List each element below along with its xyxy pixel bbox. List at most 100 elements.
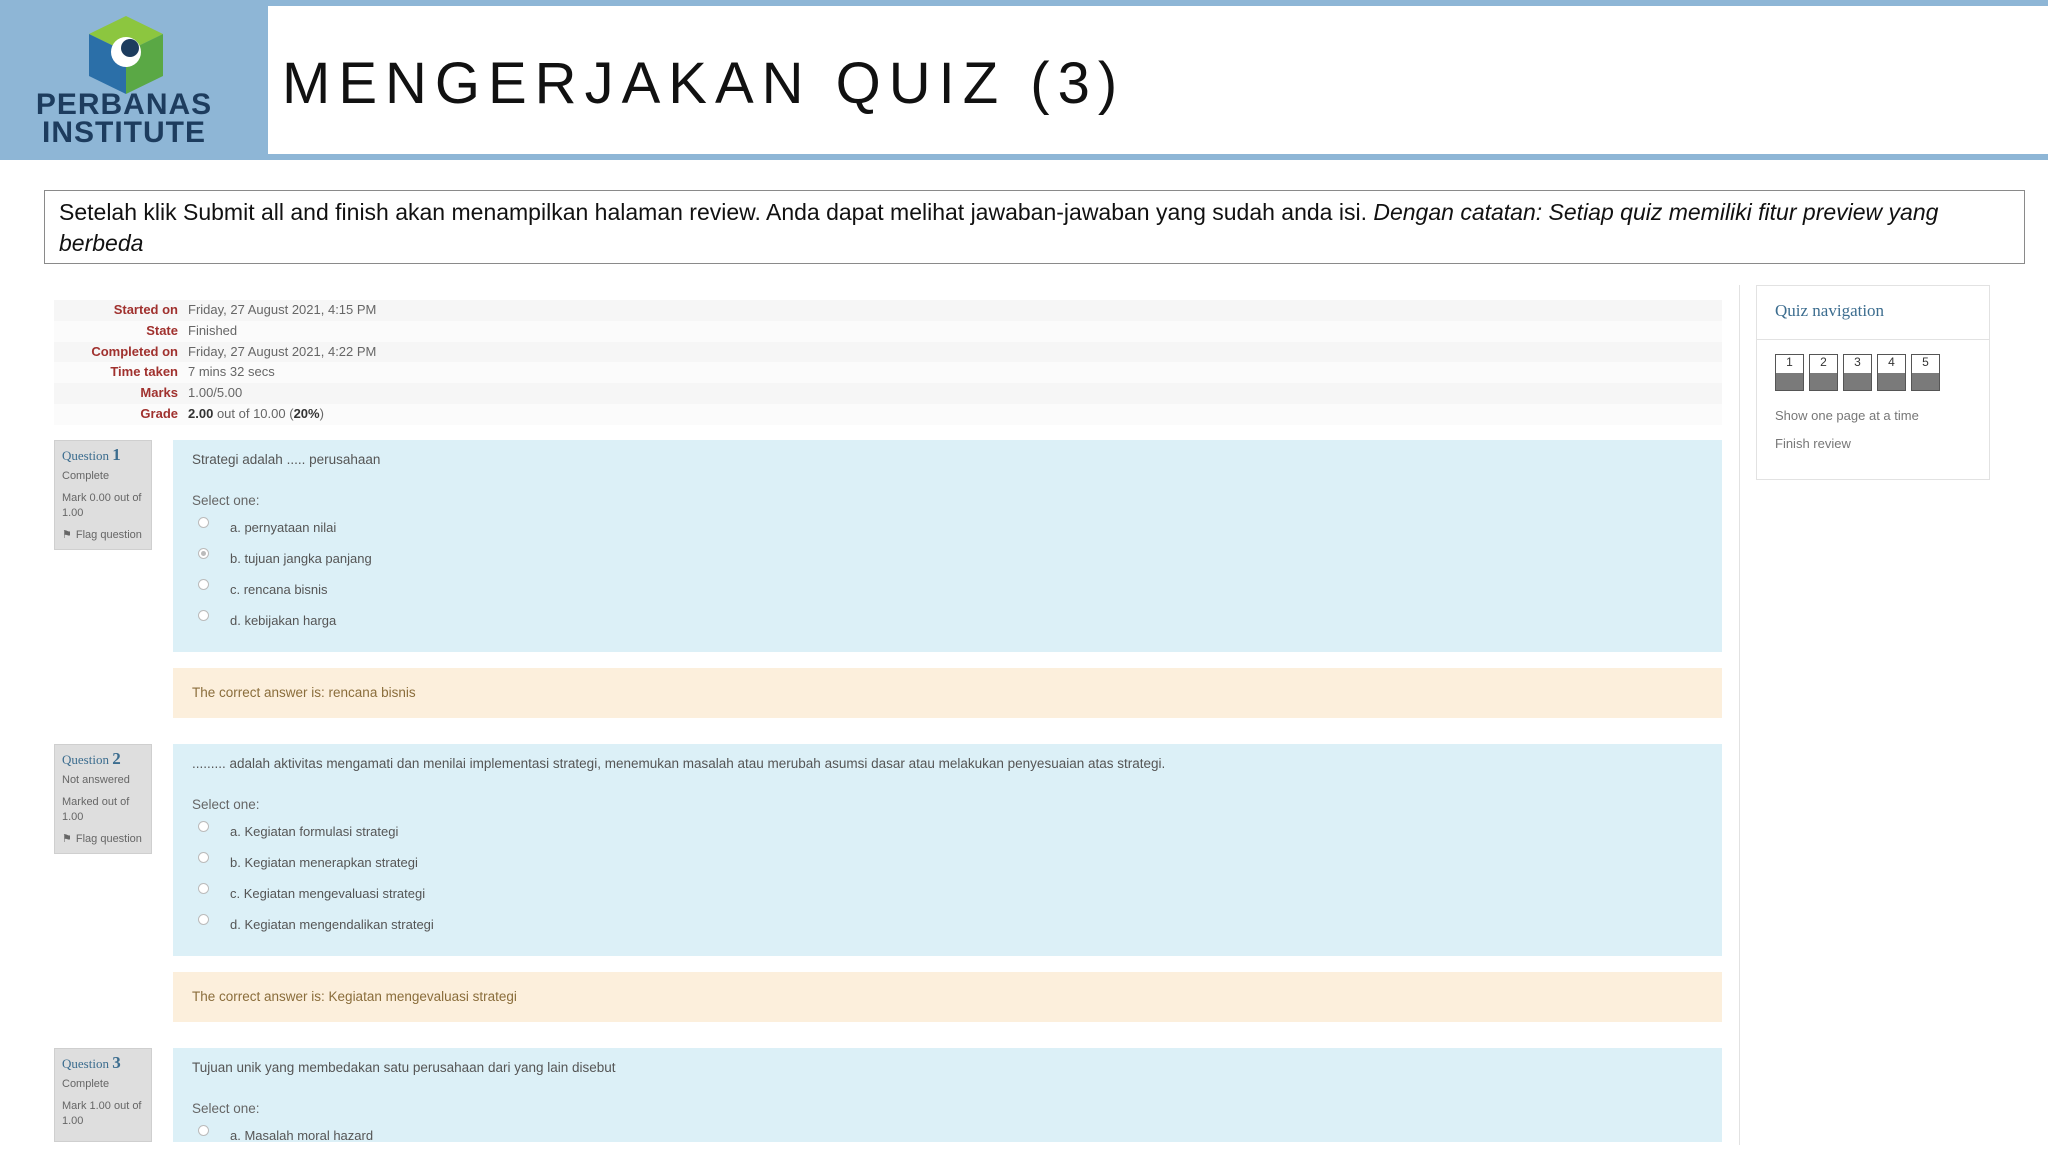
grade-end: ) <box>319 405 324 421</box>
summary-row-grade: Grade 2.00 out of 10.00 (20%) <box>54 403 1722 425</box>
nav-button-status-fill <box>1878 373 1905 390</box>
summary-value: 7 mins 32 secs <box>188 364 275 380</box>
radio-button[interactable] <box>198 883 209 894</box>
summary-label: Started on <box>113 302 178 317</box>
summary-value: 1.00/5.00 <box>188 385 243 401</box>
summary-row-started: Started on Friday, 27 August 2021, 4:15 … <box>54 300 1722 321</box>
summary-value-grade: 2.00 out of 10.00 (20%) <box>188 404 324 425</box>
flag-question-label: Flag question <box>75 529 142 541</box>
attempt-summary-table: Started on Friday, 27 August 2021, 4:15 … <box>54 300 1722 425</box>
option-label: c. Kegiatan mengevaluasi strategi <box>230 886 426 901</box>
option-label: c. rencana bisnis <box>230 582 328 597</box>
question-number-value: 2 <box>112 749 121 768</box>
logo-panel: PERBANAS INSTITUTE <box>0 0 268 160</box>
flag-question-link[interactable]: ⚑ Flag question <box>62 832 144 847</box>
select-one-label: Select one: <box>192 797 260 812</box>
grade-middle: out of 10.00 ( <box>216 405 294 421</box>
question-card-2: ......... adalah aktivitas mengamati dan… <box>173 744 1722 956</box>
option-label: d. Kegiatan mengendalikan strategi <box>230 917 434 932</box>
answer-option[interactable]: a. pernyataan nilai <box>192 512 1703 543</box>
option-label: b. Kegiatan menerapkan strategi <box>230 855 418 870</box>
header-bottom-rule <box>0 154 2048 160</box>
question-info-1: Question 1 Complete Mark 0.00 out of 1.0… <box>54 440 152 550</box>
question-text: Tujuan unik yang membedakan satu perusah… <box>192 1060 616 1075</box>
summary-label: Completed on <box>91 343 178 359</box>
nav-button-label: 4 <box>1888 355 1895 369</box>
nav-button-status-fill <box>1912 373 1939 390</box>
nav-button-question-3[interactable]: 3 <box>1843 354 1872 391</box>
flag-question-label: Flag question <box>75 833 142 845</box>
question-mark: Marked out of 1.00 <box>62 796 130 823</box>
question-status: Complete <box>62 470 110 482</box>
correct-answer-feedback-2: The correct answer is: Kegiatan mengeval… <box>173 972 1722 1022</box>
sidebar-divider <box>1739 285 1740 1145</box>
option-label: b. tujuan jangka panjang <box>230 551 372 566</box>
flag-question-link[interactable]: ⚑ Flag question <box>62 528 144 543</box>
answer-option[interactable]: b. tujuan jangka panjang <box>192 543 1703 574</box>
question-text: ......... adalah aktivitas mengamati dan… <box>192 756 1166 771</box>
summary-label: Grade <box>140 405 178 421</box>
finish-review-link[interactable]: Finish review <box>1757 436 1989 451</box>
answer-option[interactable]: d. kebijakan harga <box>192 605 1703 636</box>
quiz-navigation-title: Quiz navigation <box>1757 286 1989 340</box>
nav-button-question-5[interactable]: 5 <box>1911 354 1940 391</box>
grade-score: 2.00 <box>188 405 214 421</box>
question-number-value: 3 <box>112 1053 121 1072</box>
answer-option[interactable]: a. Kegiatan formulasi strategi <box>192 816 1703 847</box>
radio-button-selected[interactable] <box>198 548 209 559</box>
question-number-value: 1 <box>112 445 121 464</box>
radio-button[interactable] <box>198 852 209 863</box>
summary-label: State <box>146 322 178 338</box>
summary-row-marks: Marks 1.00/5.00 <box>54 383 1722 404</box>
cube-logo-icon <box>89 16 163 94</box>
logo-text-line2: INSTITUTE <box>42 116 206 149</box>
nav-button-question-4[interactable]: 4 <box>1877 354 1906 391</box>
summary-value: Friday, 27 August 2021, 4:15 PM <box>188 302 377 317</box>
answer-option[interactable]: a. Masalah moral hazard <box>192 1120 1703 1142</box>
radio-button[interactable] <box>198 821 209 832</box>
question-mark: Mark 1.00 out of 1.00 <box>62 1100 142 1127</box>
answer-option[interactable]: c. Kegiatan mengevaluasi strategi <box>192 878 1703 909</box>
question-label: Question <box>62 1056 109 1071</box>
slide-title: MENGERJAKAN QUIZ (3) <box>282 51 1126 116</box>
question-status: Complete <box>62 1078 110 1090</box>
question-status: Not answered <box>62 774 130 786</box>
nav-button-question-1[interactable]: 1 <box>1775 354 1804 391</box>
summary-row-time-taken: Time taken 7 mins 32 secs <box>54 362 1722 384</box>
answer-option[interactable]: c. rencana bisnis <box>192 574 1703 605</box>
nav-button-label: 3 <box>1854 355 1861 369</box>
flag-icon: ⚑ <box>62 833 72 845</box>
summary-label: Time taken <box>110 364 178 380</box>
summary-label: Marks <box>140 385 178 401</box>
question-info-2: Question 2 Not answered Marked out of 1.… <box>54 744 152 854</box>
summary-row-state: State Finished <box>54 320 1722 342</box>
radio-button[interactable] <box>198 579 209 590</box>
radio-button[interactable] <box>198 914 209 925</box>
grade-percent: 20% <box>293 405 320 421</box>
answer-option[interactable]: d. Kegiatan mengendalikan strategi <box>192 909 1703 940</box>
radio-button[interactable] <box>198 610 209 621</box>
instruction-note: Setelah klik Submit all and finish akan … <box>44 190 2025 264</box>
correct-answer-feedback-1: The correct answer is: rencana bisnis <box>173 668 1722 718</box>
show-one-page-link[interactable]: Show one page at a time <box>1757 408 1989 423</box>
question-number: Question 3 <box>62 1053 144 1072</box>
header-top-rule <box>0 0 2048 6</box>
radio-button[interactable] <box>198 517 209 528</box>
question-number: Question 2 <box>62 749 144 768</box>
nav-button-label: 5 <box>1922 355 1929 369</box>
nav-button-status-fill <box>1810 373 1837 390</box>
radio-button[interactable] <box>198 1125 209 1136</box>
nav-button-status-fill <box>1776 373 1803 390</box>
option-label: a. pernyataan nilai <box>230 520 337 535</box>
nav-button-label: 2 <box>1820 355 1827 369</box>
nav-button-question-2[interactable]: 2 <box>1809 354 1838 391</box>
summary-value: Friday, 27 August 2021, 4:22 PM <box>188 343 377 359</box>
option-label: a. Kegiatan formulasi strategi <box>230 824 399 839</box>
question-number: Question 1 <box>62 445 144 464</box>
select-one-label: Select one: <box>192 493 260 508</box>
note-text: Setelah klik Submit all and finish akan … <box>59 199 1367 225</box>
quiz-navigation-block: Quiz navigation 1 2 3 4 5 Show one page … <box>1756 285 1990 480</box>
answer-option[interactable]: b. Kegiatan menerapkan strategi <box>192 847 1703 878</box>
quiz-navigation-buttons: 1 2 3 4 5 <box>1757 340 1989 391</box>
summary-row-completed: Completed on Friday, 27 August 2021, 4:2… <box>54 342 1722 363</box>
